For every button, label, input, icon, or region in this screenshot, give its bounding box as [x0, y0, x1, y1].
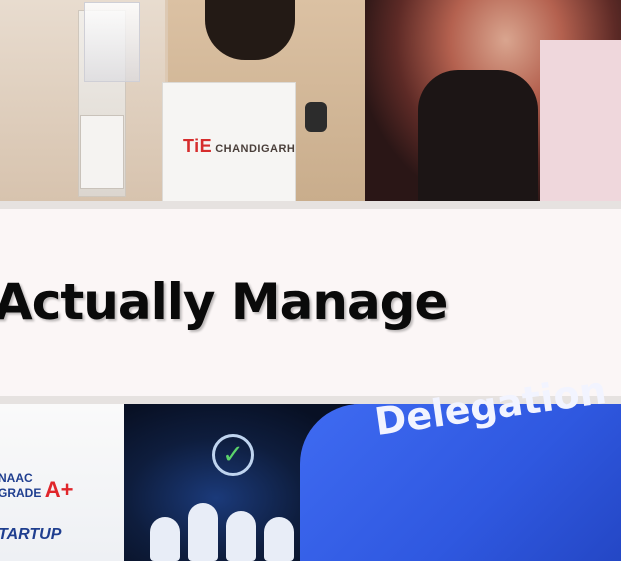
- event-photo-bottom: NAAC GRADE A+ TARTUP ✓: [0, 404, 621, 561]
- startup-label: TARTUP: [0, 526, 62, 543]
- team-figure: [188, 503, 218, 561]
- award-trophy: [84, 2, 140, 82]
- event-photo-top: TiE CHANDIGARH: [0, 0, 621, 201]
- team-figure: [226, 511, 256, 561]
- team-figure: [150, 517, 180, 561]
- person-right-top: [418, 70, 538, 201]
- team-figure: [264, 517, 294, 561]
- checkmark-icon: ✓: [212, 434, 254, 476]
- gift-bag-logo: TiE CHANDIGARH: [183, 136, 296, 156]
- naac-grade-label: NAAC GRADE A+: [0, 471, 74, 502]
- watch: [305, 102, 327, 132]
- name-badge: [80, 115, 124, 189]
- headline-text: Actually Manage: [0, 273, 448, 331]
- person-right-jacket: [540, 40, 621, 201]
- team-illustration: [140, 474, 310, 561]
- accreditation-poster: NAAC GRADE A+ TARTUP: [0, 404, 124, 561]
